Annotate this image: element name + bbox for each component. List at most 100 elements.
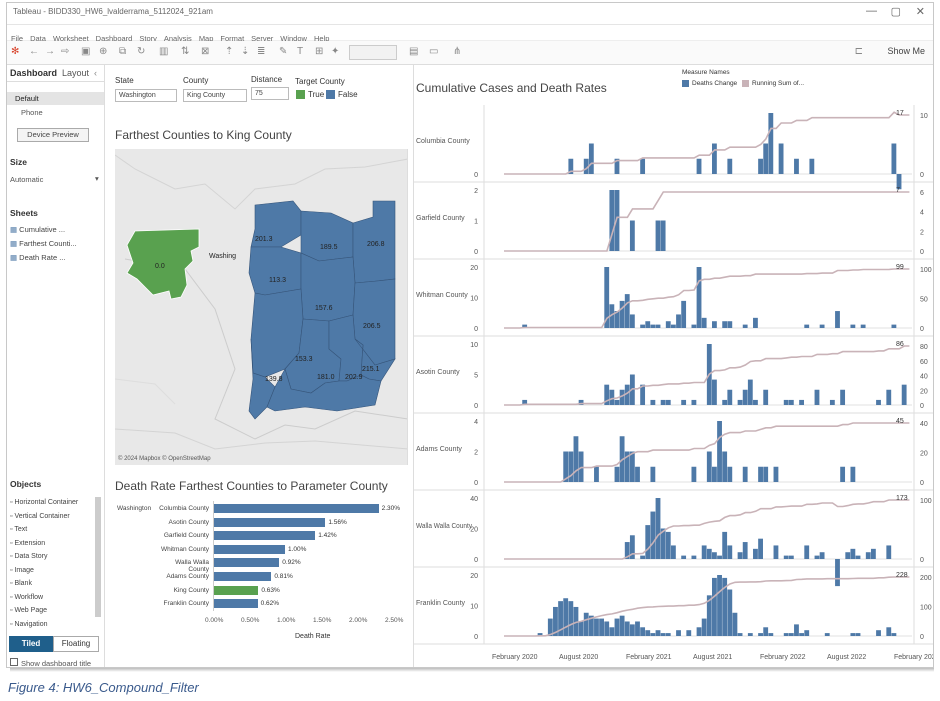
deaths-change-bar[interactable] <box>783 555 789 559</box>
deaths-change-bar[interactable] <box>799 399 805 405</box>
minimize-button[interactable]: — <box>866 5 877 17</box>
death-rate-bar[interactable] <box>213 517 326 527</box>
death-rate-bar[interactable] <box>213 544 285 554</box>
tab-layout[interactable]: Layout <box>62 68 89 78</box>
show-me-icon[interactable]: ⊏ <box>855 46 863 57</box>
pin-icon[interactable]: ✦ <box>331 46 339 57</box>
deaths-change-bar[interactable] <box>794 158 799 174</box>
deaths-change-bar[interactable] <box>645 321 651 328</box>
presentation-icon[interactable]: ▤ <box>409 46 418 57</box>
deaths-change-bar[interactable] <box>717 421 722 482</box>
deaths-change-bar[interactable] <box>865 552 871 559</box>
deaths-change-bar[interactable] <box>768 633 774 636</box>
deaths-change-bar[interactable] <box>712 321 717 328</box>
deaths-change-bar[interactable] <box>773 545 779 559</box>
deaths-change-bar[interactable] <box>676 314 681 328</box>
deaths-change-bar[interactable] <box>783 399 789 405</box>
deaths-change-bar[interactable] <box>578 621 584 636</box>
deaths-change-bar[interactable] <box>650 511 656 559</box>
deaths-change-bar[interactable] <box>594 466 599 482</box>
deaths-change-bar[interactable] <box>609 389 615 405</box>
deaths-change-bar[interactable] <box>665 321 671 328</box>
deaths-change-bar[interactable] <box>886 389 892 405</box>
deaths-change-bar[interactable] <box>876 399 881 405</box>
panel-adams-county[interactable]: Adams County4542040200 <box>414 413 934 491</box>
device-default[interactable]: Default <box>15 94 39 103</box>
deaths-change-bar[interactable] <box>660 633 666 636</box>
deaths-change-bar[interactable] <box>794 624 799 636</box>
share-icon[interactable]: ⋔ <box>453 46 461 57</box>
deaths-change-bar[interactable] <box>640 627 646 636</box>
object-item[interactable]: ▫ Data Story <box>10 553 78 567</box>
death-rate-bar[interactable] <box>213 558 280 568</box>
deaths-change-bar[interactable] <box>768 113 774 174</box>
deaths-change-bar[interactable] <box>696 267 702 328</box>
deaths-change-bar[interactable] <box>660 220 666 252</box>
deaths-change-bar[interactable] <box>814 389 820 405</box>
deaths-change-bar[interactable] <box>758 538 763 559</box>
deaths-change-bar[interactable] <box>665 633 671 636</box>
deaths-change-bar[interactable] <box>604 621 610 636</box>
deaths-change-bar[interactable] <box>753 399 758 405</box>
deaths-change-bar[interactable] <box>614 618 620 636</box>
deaths-change-bar[interactable] <box>701 618 707 636</box>
deaths-change-bar[interactable] <box>599 618 605 636</box>
deaths-change-bar[interactable] <box>629 314 635 328</box>
device-preview-button[interactable]: Device Preview <box>17 128 89 142</box>
deaths-change-bar[interactable] <box>712 552 717 559</box>
deaths-change-bar[interactable] <box>712 143 717 175</box>
deaths-change-bar[interactable] <box>670 545 676 559</box>
deaths-change-bar[interactable] <box>691 399 697 405</box>
deaths-change-bar[interactable] <box>737 552 743 559</box>
chart-icon[interactable]: ▥ <box>159 46 168 57</box>
deaths-change-bar[interactable] <box>855 555 861 559</box>
deaths-change-bar[interactable] <box>629 220 635 252</box>
deaths-change-bar[interactable] <box>758 466 763 482</box>
object-item[interactable]: ▫ Horizontal Container <box>10 499 78 513</box>
death-rate-bar[interactable] <box>213 599 258 609</box>
size-chevron-icon[interactable]: ▾ <box>95 174 99 183</box>
deaths-change-bar[interactable] <box>850 324 856 328</box>
forward-icon[interactable]: → <box>45 46 55 57</box>
deaths-change-bar[interactable] <box>635 621 640 636</box>
object-item[interactable]: ▫ Blank <box>10 580 78 594</box>
deaths-change-bar[interactable] <box>850 633 856 636</box>
deaths-change-bar[interactable] <box>588 143 594 175</box>
deaths-change-bar[interactable] <box>701 317 707 328</box>
deaths-change-bar[interactable] <box>840 389 846 405</box>
deaths-change-bar[interactable] <box>753 548 758 559</box>
deaths-change-bar[interactable] <box>758 158 763 174</box>
deaths-change-bar[interactable] <box>901 384 907 405</box>
deaths-change-bar[interactable] <box>788 555 794 559</box>
deaths-change-bar[interactable] <box>624 621 630 636</box>
swap-icon[interactable]: ⇅ <box>181 46 189 57</box>
deaths-change-bar[interactable] <box>876 630 881 636</box>
running-sum-line[interactable] <box>504 499 910 560</box>
cumulative-chart-svg[interactable]: Columbia County170100Garfield County7210… <box>414 65 934 668</box>
deaths-change-bar[interactable] <box>706 451 712 483</box>
deaths-change-bar[interactable] <box>845 552 851 559</box>
deaths-change-bar[interactable] <box>737 399 743 405</box>
deaths-change-bar[interactable] <box>758 633 763 636</box>
deaths-change-bar[interactable] <box>870 548 876 559</box>
deaths-change-bar[interactable] <box>619 300 625 328</box>
group-icon[interactable]: ≣ <box>257 46 265 57</box>
deaths-change-bar[interactable] <box>645 630 651 636</box>
deaths-change-bar[interactable] <box>717 555 722 559</box>
deaths-change-bar[interactable] <box>696 158 702 174</box>
deaths-change-bar[interactable] <box>691 466 697 482</box>
deaths-change-bar[interactable] <box>814 555 820 559</box>
deaths-change-bar[interactable] <box>722 321 728 328</box>
tab-dashboard[interactable]: Dashboard <box>10 68 57 78</box>
deaths-change-bar[interactable] <box>835 559 840 587</box>
deaths-change-bar[interactable] <box>640 555 646 559</box>
death-rate-bar-chart[interactable]: Washington Columbia County 2.30% Asotin Co… <box>115 497 408 657</box>
deaths-change-bar[interactable] <box>742 542 748 559</box>
deaths-change-bar[interactable] <box>727 545 733 559</box>
panel-franklin-county[interactable]: Franklin County228201002001000 <box>414 567 934 645</box>
deaths-change-bar[interactable] <box>629 624 635 636</box>
deaths-change-bar[interactable] <box>727 389 733 405</box>
deaths-change-bar[interactable] <box>829 399 835 405</box>
deaths-change-bar[interactable] <box>701 545 707 559</box>
deaths-change-bar[interactable] <box>727 158 733 174</box>
